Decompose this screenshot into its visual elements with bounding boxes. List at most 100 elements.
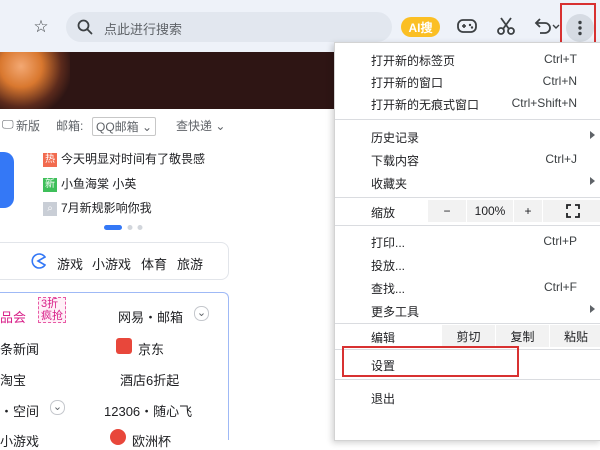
menu-item-shortcut: Ctrl+T: [544, 52, 577, 66]
site-link[interactable]: 条新闻: [0, 339, 39, 358]
promo-badge[interactable]: 3折 疯抢: [38, 297, 66, 323]
menu-divider: [335, 323, 600, 324]
menu-divider: [335, 119, 600, 120]
menu-item-find[interactable]: 查找... Ctrl+F: [335, 276, 600, 298]
highlight-menu-button: [560, 3, 596, 47]
menu-item-shortcut: Ctrl+Shift+N: [511, 96, 577, 110]
hot-item-text: 今天明显对时间有了敬畏感: [61, 152, 206, 166]
site-link[interactable]: 网易・邮箱: [118, 307, 183, 326]
bookmark-star-icon[interactable]: ☆: [30, 16, 52, 38]
address-placeholder: 点此进行搜索: [104, 22, 183, 37]
banner-image: [0, 52, 70, 109]
cut-button[interactable]: 剪切: [441, 325, 495, 347]
gamepad-icon[interactable]: [456, 16, 478, 36]
menu-item-cast[interactable]: 投放...: [335, 253, 600, 275]
site-link[interactable]: 12306・随心飞: [104, 401, 192, 420]
menu-item-label: 收藏夹: [371, 177, 408, 191]
fullscreen-icon: [565, 204, 580, 218]
menu-item-label: 打开新的窗口: [371, 76, 444, 90]
mail-select[interactable]: QQ邮箱 ⌄: [92, 117, 157, 136]
paste-button[interactable]: 粘贴: [549, 325, 600, 347]
ai-search-button[interactable]: AI搜: [401, 17, 440, 37]
site-link[interactable]: 欧洲杯: [132, 431, 171, 450]
menu-item-shortcut: Ctrl+N: [542, 74, 577, 88]
search-badge-icon: ⌕: [43, 201, 57, 216]
hot-item[interactable]: 热今天明显对时间有了敬畏感: [43, 150, 205, 167]
menu-item-exit[interactable]: 退出: [335, 386, 600, 408]
menu-item-label: 打开新的无痕式窗口: [371, 98, 480, 112]
submenu-arrow-icon: [590, 131, 595, 139]
menu-item-label: 打开新的标签页: [371, 54, 456, 68]
menu-item-label: 退出: [371, 392, 396, 406]
zoom-in-button[interactable]: +: [513, 200, 542, 222]
pacman-icon: [31, 253, 46, 269]
menu-item-shortcut: Ctrl+P: [543, 234, 577, 248]
site-logo-icon: [110, 429, 126, 445]
menu-item-shortcut: Ctrl+J: [545, 152, 577, 166]
promo-badge-bottom: 疯抢: [41, 310, 63, 322]
address-bar[interactable]: 点此进行搜索: [66, 12, 392, 42]
menu-item-new-window[interactable]: 打开新的窗口 Ctrl+N: [335, 70, 600, 92]
carousel-dots[interactable]: [104, 224, 164, 232]
site-link[interactable]: ・空间: [0, 401, 39, 420]
menu-divider: [335, 197, 600, 198]
menu-item-more-tools[interactable]: 更多工具: [335, 299, 600, 321]
submenu-arrow-icon: [590, 177, 595, 185]
menu-item-incognito[interactable]: 打开新的无痕式窗口 Ctrl+Shift+N: [335, 92, 600, 114]
mail-select-value: QQ邮箱: [96, 120, 139, 134]
jd-logo-icon: [116, 338, 132, 354]
category-travel[interactable]: 旅游: [177, 254, 203, 273]
quick-check-link[interactable]: 查快递 ⌄: [176, 117, 225, 134]
hot-badge: 热: [43, 152, 57, 167]
category-games[interactable]: 游戏: [57, 254, 83, 273]
mail-label: 邮箱:: [56, 119, 84, 133]
site-link[interactable]: 京东: [138, 339, 164, 358]
menu-item-label: 更多工具: [371, 305, 420, 319]
zoom-out-button[interactable]: −: [427, 200, 466, 222]
category-sports[interactable]: 体育: [141, 254, 167, 273]
hot-item[interactable]: 新小鱼海棠 小英: [43, 175, 136, 192]
zoom-level: 100%: [466, 200, 513, 222]
chevron-down-icon[interactable]: ⌄: [50, 400, 65, 415]
menu-zoom-row: 缩放 − 100% +: [335, 200, 600, 222]
menu-item-history[interactable]: 历史记录: [335, 125, 600, 147]
menu-item-label: 查找...: [371, 282, 406, 296]
menu-divider: [335, 379, 600, 380]
menu-item-label: 投放...: [371, 259, 406, 273]
monitor-icon: 🖵: [2, 117, 14, 131]
chevron-down-icon[interactable]: ⌄: [194, 306, 209, 321]
site-link[interactable]: 品会: [0, 307, 26, 326]
promo-badge-top: 3折: [41, 298, 59, 310]
menu-item-label: 编辑: [371, 331, 396, 345]
hot-item-text: 7月新规影响你我: [61, 201, 152, 215]
menu-item-bookmarks[interactable]: 收藏夹: [335, 171, 600, 193]
menu-item-label: 打印...: [371, 236, 406, 250]
copy-button[interactable]: 复制: [495, 325, 549, 347]
browser-main-menu: 打开新的标签页 Ctrl+T 打开新的窗口 Ctrl+N 打开新的无痕式窗口 C…: [334, 42, 600, 441]
new-version-link[interactable]: 新版: [16, 117, 40, 134]
page-banner[interactable]: [0, 52, 334, 109]
site-link[interactable]: 小游戏: [0, 431, 39, 450]
hot-item[interactable]: ⌕ 7月新规影响你我: [43, 199, 152, 216]
site-link[interactable]: 酒店6折起: [120, 370, 179, 389]
quick-check-label: 查快递: [176, 119, 213, 133]
highlight-settings: [342, 346, 519, 377]
blue-card[interactable]: [0, 152, 14, 208]
scissors-icon[interactable]: [496, 16, 516, 36]
site-grid: 品会 3折 疯抢 网易・邮箱 ⌄ 条新闻 京东 淘宝 酒店6折起 ・空间 ⌄ 1…: [0, 292, 229, 449]
menu-item-print[interactable]: 打印... Ctrl+P: [335, 230, 600, 252]
menu-divider: [335, 225, 600, 226]
search-icon: [77, 19, 93, 35]
menu-edit-row: 编辑 剪切 复制 粘贴: [335, 325, 600, 347]
page-link-bar: 🖵 新版 邮箱: QQ邮箱 ⌄ 查快递 ⌄: [0, 114, 334, 136]
hot-item-text: 小鱼海棠 小英: [61, 177, 137, 191]
menu-item-shortcut: Ctrl+F: [544, 280, 577, 294]
undo-icon[interactable]: [532, 17, 560, 35]
category-mini-games[interactable]: 小游戏: [92, 254, 131, 273]
menu-item-new-tab[interactable]: 打开新的标签页 Ctrl+T: [335, 48, 600, 70]
site-link[interactable]: 淘宝: [0, 370, 26, 389]
fullscreen-button[interactable]: [542, 200, 600, 222]
submenu-arrow-icon: [590, 305, 595, 313]
menu-item-downloads[interactable]: 下载内容 Ctrl+J: [335, 148, 600, 170]
menu-item-label: 历史记录: [371, 131, 420, 145]
